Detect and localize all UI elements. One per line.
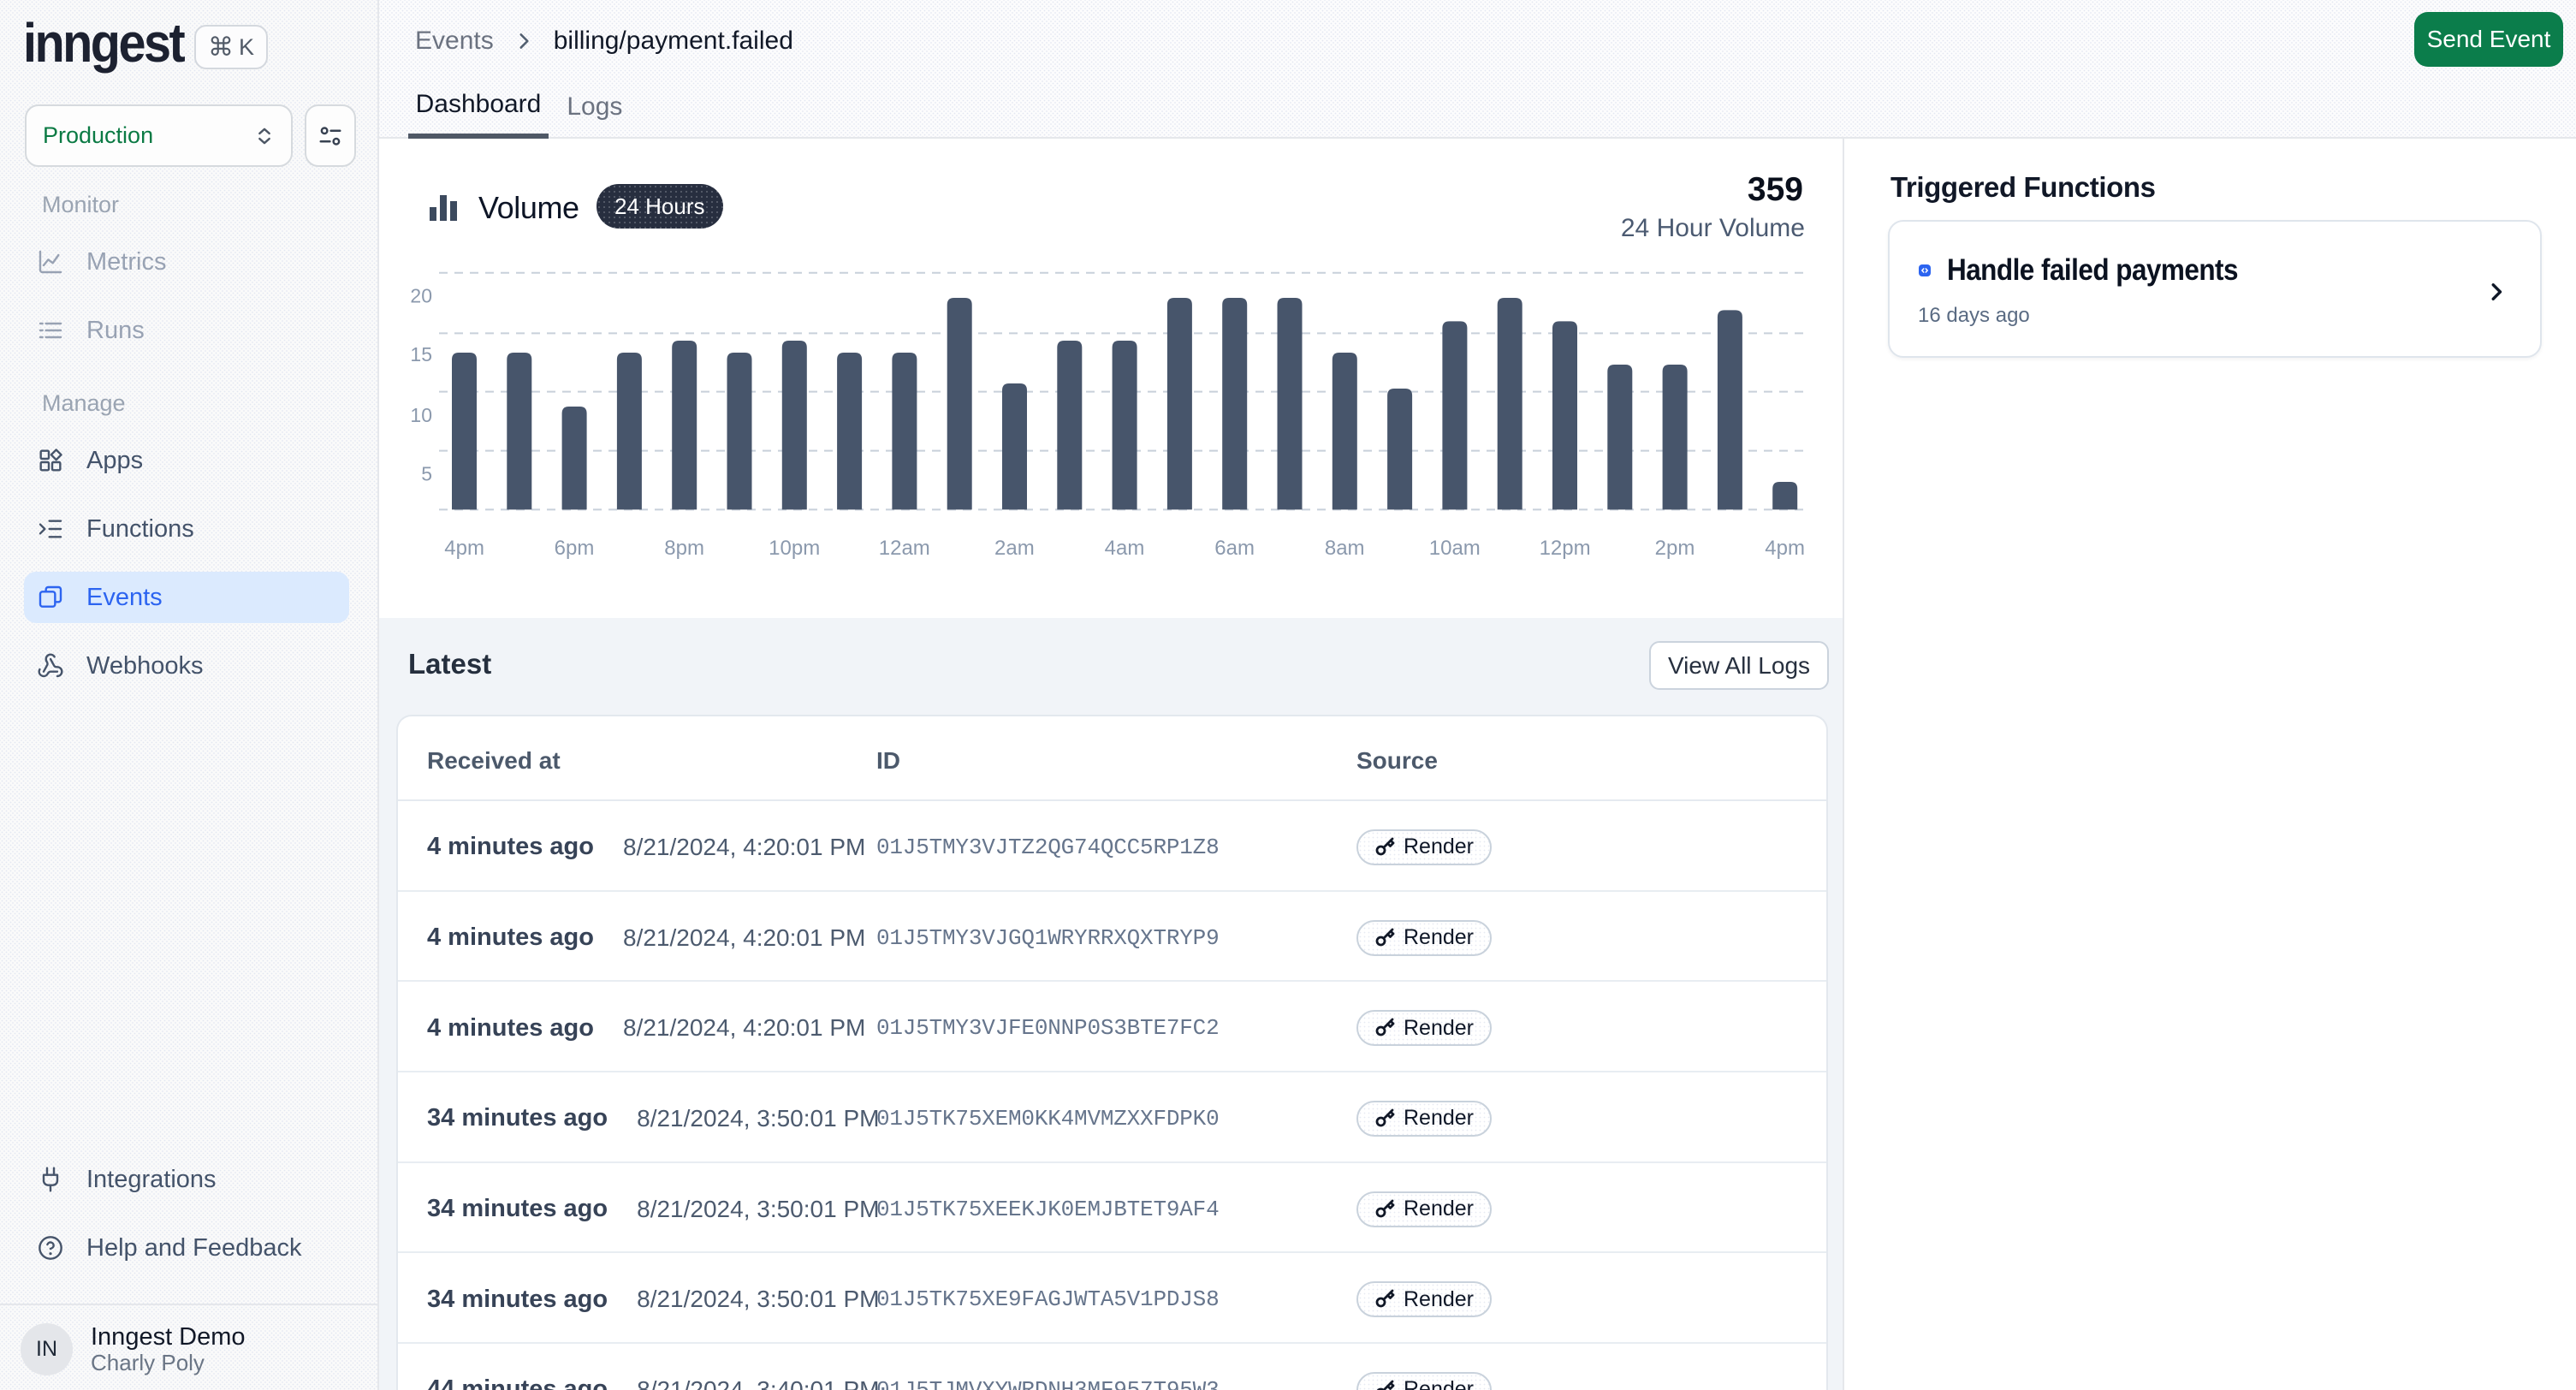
svg-text:6am: 6am: [1214, 537, 1255, 560]
svg-text:12pm: 12pm: [1540, 537, 1591, 560]
svg-text:10am: 10am: [1429, 537, 1481, 560]
svg-text:2pm: 2pm: [1655, 537, 1695, 560]
svg-text:2am: 2am: [994, 537, 1035, 560]
svg-text:15: 15: [410, 343, 432, 365]
svg-text:20: 20: [410, 285, 432, 307]
svg-text:8am: 8am: [1325, 537, 1365, 560]
svg-text:8pm: 8pm: [664, 537, 704, 560]
svg-text:4pm: 4pm: [1765, 537, 1805, 560]
svg-text:4pm: 4pm: [444, 537, 484, 560]
svg-text:5: 5: [421, 462, 432, 484]
svg-text:12am: 12am: [879, 537, 930, 560]
svg-text:6pm: 6pm: [555, 537, 595, 560]
svg-text:10: 10: [410, 404, 432, 426]
svg-text:10pm: 10pm: [769, 537, 820, 560]
svg-text:4am: 4am: [1105, 537, 1145, 560]
